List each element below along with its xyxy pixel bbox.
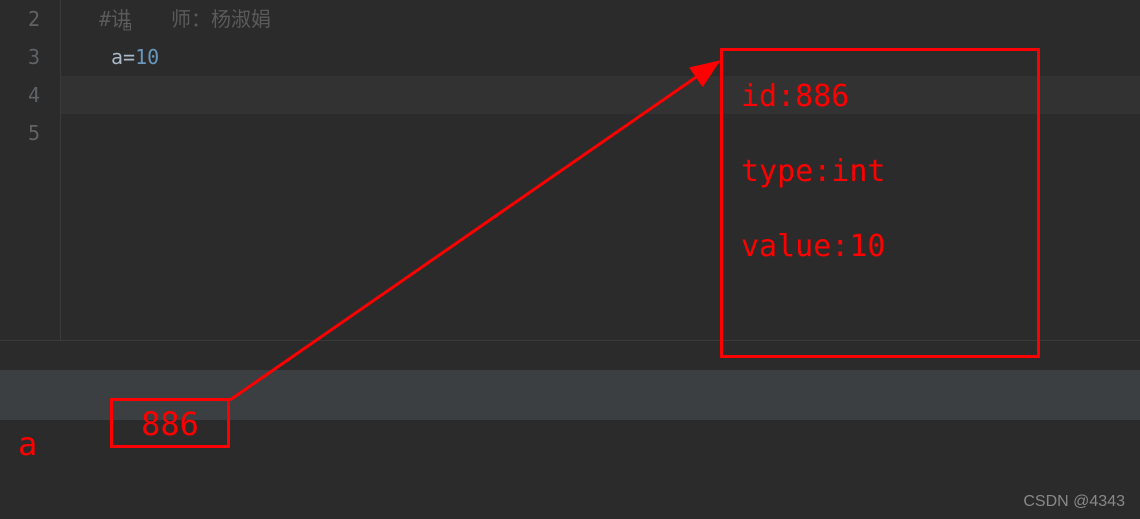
watermark: CSDN @4343 bbox=[1023, 493, 1125, 511]
annotation-id-box: 886 bbox=[110, 398, 230, 448]
code-line-2[interactable]: ⊟ #讲 师：杨淑娟 bbox=[61, 0, 1140, 38]
line-number: 3 bbox=[0, 38, 60, 76]
annotation-id-line: id:886 bbox=[741, 79, 1019, 114]
comment-text: #讲 师：杨淑娟 bbox=[81, 7, 271, 31]
variable-name: a bbox=[111, 45, 123, 69]
annotation-value-line: value:10 bbox=[741, 229, 1019, 264]
assign-operator: = bbox=[123, 45, 135, 69]
fold-icon[interactable]: ⊟ bbox=[123, 8, 139, 24]
annotation-type-line: type:int bbox=[741, 154, 1019, 189]
annotation-detail-box: id:886 type:int value:10 bbox=[720, 48, 1040, 358]
line-number: 4 bbox=[0, 76, 60, 114]
annotation-variable-label: a bbox=[18, 425, 37, 463]
line-number: 5 bbox=[0, 114, 60, 152]
line-number: 2 bbox=[0, 0, 60, 38]
number-literal: 10 bbox=[135, 45, 159, 69]
